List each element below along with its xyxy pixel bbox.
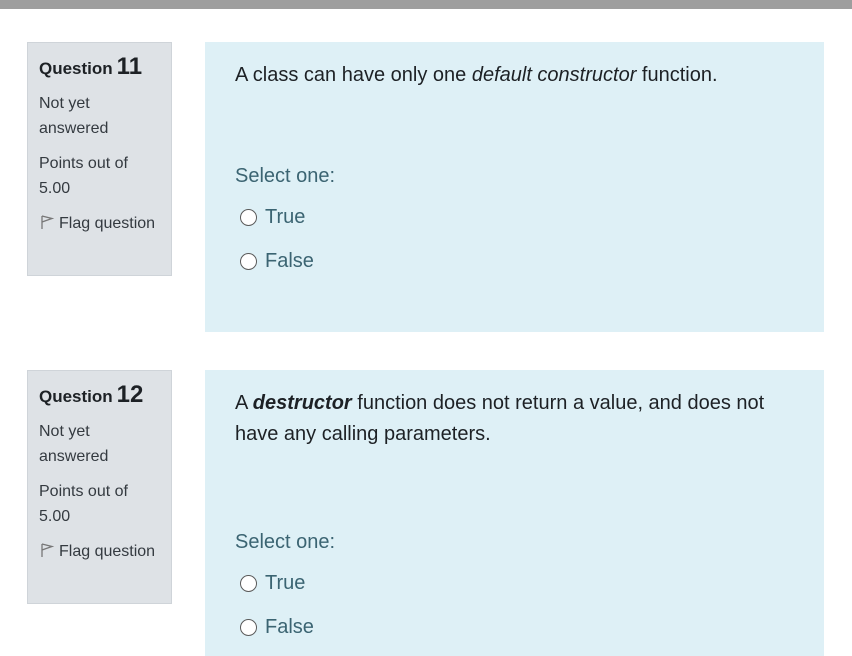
flag-question-link[interactable]: Flag question (39, 539, 160, 564)
question-info-11: Question 11 Not yet answered Points out o… (27, 42, 172, 276)
flag-label: Flag question (59, 543, 156, 560)
option-label-true: True (265, 571, 306, 594)
question-number: Question 11 (39, 53, 143, 80)
question-state: Not yet answered (39, 423, 109, 465)
question-number: Question 12 (39, 381, 144, 408)
option-label-true: True (265, 205, 306, 228)
question-content-12: A destructor function does not return a … (205, 370, 824, 656)
option-true[interactable]: True (240, 561, 794, 605)
question-grade: Points out of 5.00 (39, 483, 128, 525)
answer-options: True False (235, 195, 794, 283)
radio-false[interactable] (240, 618, 257, 636)
select-one-prompt: Select one: (235, 165, 336, 187)
flag-icon (41, 215, 55, 229)
option-false[interactable]: False (240, 605, 794, 649)
question-grade: Points out of 5.00 (39, 155, 128, 197)
flag-label: Flag question (59, 215, 156, 232)
question-content-11: A class can have only one default constr… (205, 42, 824, 332)
flag-question-link[interactable]: Flag question (39, 211, 160, 236)
option-false[interactable]: False (240, 239, 794, 283)
question-state: Not yet answered (39, 95, 109, 137)
answer-options: True False (235, 561, 794, 649)
radio-true[interactable] (240, 208, 257, 226)
option-label-false: False (265, 615, 314, 638)
radio-false[interactable] (240, 252, 257, 270)
top-bar (0, 0, 852, 9)
question-text: A class can have only one default constr… (235, 64, 718, 86)
select-one-prompt: Select one: (235, 531, 336, 553)
option-label-false: False (265, 249, 314, 272)
option-true[interactable]: True (240, 195, 794, 239)
question-info-12: Question 12 Not yet answered Points out o… (27, 370, 172, 604)
flag-icon (41, 543, 55, 557)
question-text: A destructor function does not return a … (235, 392, 765, 445)
radio-true[interactable] (240, 574, 257, 592)
